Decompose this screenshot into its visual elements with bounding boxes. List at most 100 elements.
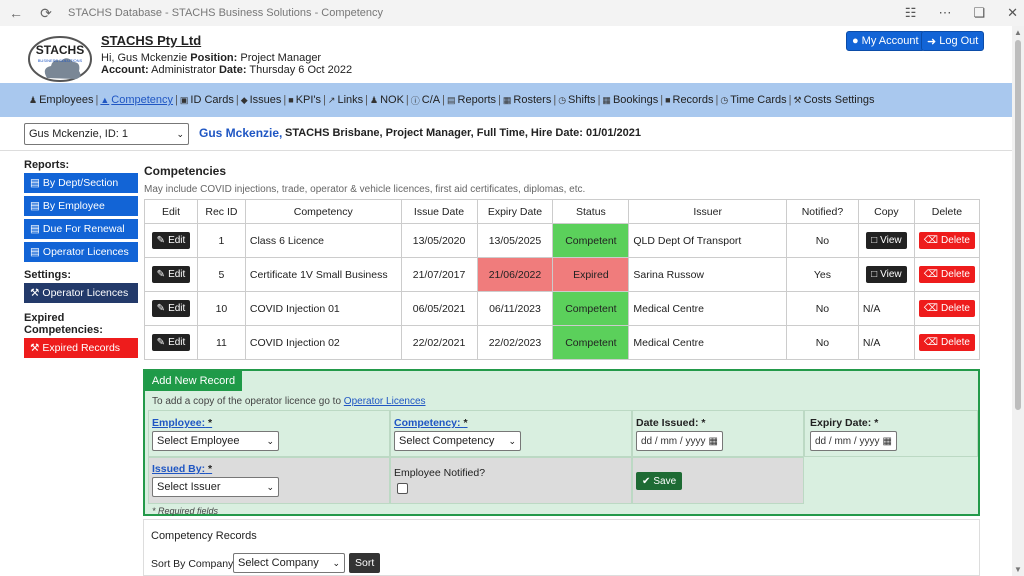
edit-button[interactable]: ✎ Edit	[151, 334, 191, 351]
clock-icon: ◷	[558, 94, 567, 105]
company-select[interactable]: Select Company ⌄	[233, 553, 345, 573]
competency-label[interactable]: Competency: *	[394, 417, 468, 429]
date-value: Thursday 6 Oct 2022	[249, 64, 353, 76]
employee-dropdown[interactable]: Select Employee ⌄	[152, 431, 279, 451]
nav-shifts[interactable]: ◷ Shifts	[558, 94, 595, 106]
employee-notified-checkbox[interactable]	[397, 483, 408, 494]
issue-date-cell: 13/05/2020	[400, 223, 478, 258]
nav-competency[interactable]: ▲ Competency	[100, 94, 173, 106]
folder-icon: ■	[665, 95, 671, 105]
log-out-button[interactable]: ➜ Log Out	[921, 31, 985, 51]
stachs-logo: STACHS BUSINESS SOLUTIONS	[27, 34, 93, 84]
status-badge: Competent	[552, 291, 630, 326]
more-options-icon[interactable]: ⋯	[938, 5, 951, 21]
issued-by-label[interactable]: Issued By: *	[152, 463, 212, 475]
nav-reports[interactable]: ▤ Reports	[447, 94, 496, 106]
competency-cell: Certificate 1V Small Business	[244, 257, 402, 292]
employee-select[interactable]: Gus Mckenzie, ID: 1 ⌄	[24, 123, 189, 145]
copy-cell: N/A	[857, 325, 915, 360]
user-circle-icon: ●	[852, 35, 859, 47]
view-copy-button[interactable]: □ View	[866, 232, 907, 249]
chevron-down-icon: ⌄	[332, 557, 340, 568]
expiry-date-cell: 06/11/2023	[476, 291, 554, 326]
edit-button[interactable]: ✎ Edit	[151, 232, 191, 249]
sort-button[interactable]: Sort	[349, 553, 381, 573]
position-label: Position:	[190, 52, 238, 64]
reports-by-employee-button[interactable]: ▤ By Employee	[24, 196, 138, 216]
nav-separator: |	[323, 94, 326, 106]
add-record-tab[interactable]: Add New Record	[145, 371, 242, 391]
nav-time-cards[interactable]: ◷ Time Cards	[720, 94, 786, 106]
scroll-up-icon[interactable]: ▲	[1014, 28, 1022, 37]
column-header-competency: Competency	[244, 199, 402, 224]
nav-id-cards[interactable]: ▣ ID Cards	[180, 94, 234, 106]
company-name[interactable]: STACHS Pty Ltd	[101, 33, 201, 48]
calendar-icon: ▦	[502, 94, 512, 105]
issuer-dropdown[interactable]: Select Issuer ⌄	[152, 477, 279, 497]
edit-button[interactable]: ✎ Edit	[151, 266, 191, 283]
id-card-icon: ▣	[179, 94, 189, 105]
nav-links[interactable]: ↗ Links	[328, 94, 363, 106]
account-line: Account: Administrator Date: Thursday 6 …	[101, 64, 352, 76]
column-header-rec-id: Rec ID	[196, 199, 246, 224]
close-window-icon[interactable]: ✕	[1007, 5, 1018, 21]
page-scrollbar[interactable]: ▲ ▼	[1012, 26, 1024, 576]
users-icon: ♟	[29, 94, 38, 105]
nav-separator: |	[365, 94, 368, 106]
date-label: Date:	[218, 64, 247, 76]
settings-operator-licences-button[interactable]: ⚒ Operator Licences	[24, 283, 138, 303]
my-account-button[interactable]: ● My Account	[846, 31, 925, 51]
operator-licences-link[interactable]: Operator Licences	[344, 396, 426, 407]
edit-icon: ✎	[156, 269, 166, 280]
account-value: Administrator	[151, 64, 216, 76]
reports-due-for-renewal-button[interactable]: ▤ Due For Renewal	[24, 219, 138, 239]
nav-rosters[interactable]: ▦ Rosters	[503, 94, 551, 106]
expiry-date-input[interactable]: dd / mm / yyyy ▦	[810, 431, 897, 451]
view-copy-button[interactable]: □ View	[866, 266, 907, 283]
delete-button[interactable]: ⌫ Delete	[918, 232, 975, 249]
nav-c-a[interactable]: ⓘ C/A	[411, 94, 440, 107]
page-subtitle: May include COVID injections, trade, ope…	[144, 184, 586, 195]
wrench-icon: ⚒	[30, 342, 40, 354]
logo-text: STACHS	[36, 43, 84, 57]
restore-window-icon[interactable]: ❏	[973, 5, 985, 21]
tag-icon: ◆	[240, 94, 248, 105]
back-arrow-icon[interactable]: ←	[8, 5, 24, 21]
date-issued-input[interactable]: dd / mm / yyyy ▦	[636, 431, 723, 451]
scroll-down-icon[interactable]: ▼	[1014, 565, 1022, 574]
issuer-cell: Medical Centre	[628, 291, 787, 326]
delete-button[interactable]: ⌫ Delete	[918, 300, 975, 317]
delete-cell: ⌫ Delete	[913, 291, 981, 326]
add-record-form: Add New Record To add a copy of the oper…	[143, 369, 980, 516]
reports-operator-licences-button[interactable]: ▤ Operator Licences	[24, 242, 138, 262]
scroll-thumb[interactable]	[1015, 40, 1021, 410]
column-header-delete: Delete	[913, 199, 981, 224]
delete-button[interactable]: ⌫ Delete	[918, 334, 975, 351]
nav-separator: |	[405, 94, 409, 106]
nav-bookings[interactable]: ▦ Bookings	[602, 94, 658, 106]
issuer-cell: Medical Centre	[628, 325, 787, 360]
nav-separator: |	[498, 94, 501, 106]
nav-records[interactable]: ■ Records	[665, 94, 713, 106]
nav-costs-settings[interactable]: ⚒ Costs Settings	[793, 94, 874, 106]
column-header-status: Status	[552, 199, 630, 224]
nav-issues[interactable]: ◆ Issues	[241, 94, 282, 106]
column-header-issue-date: Issue Date	[400, 199, 478, 224]
expired-expired-records-button[interactable]: ⚒ Expired Records	[24, 338, 138, 358]
employee-label[interactable]: Employee: *	[152, 417, 212, 429]
app-view-icon[interactable]: ☷	[905, 5, 917, 21]
calendar-icon[interactable]: ▦	[883, 436, 892, 447]
nav-employees[interactable]: ♟ Employees	[29, 94, 94, 106]
delete-button[interactable]: ⌫ Delete	[918, 266, 975, 283]
calendar-icon[interactable]: ▦	[709, 436, 718, 447]
reports-by-dept-section-button[interactable]: ▤ By Dept/Section	[24, 173, 138, 193]
edit-button[interactable]: ✎ Edit	[151, 300, 191, 317]
window-titlebar: ← ⟳ STACHS Database - STACHS Business So…	[0, 0, 1024, 26]
notified-cell: Yes	[785, 257, 859, 292]
nav-kpi-s[interactable]: ■ KPI's	[288, 94, 321, 106]
save-button[interactable]: ✔ Save	[636, 472, 683, 490]
competency-dropdown[interactable]: Select Competency ⌄	[394, 431, 521, 451]
expiry-date-label: Expiry Date: *	[810, 417, 879, 429]
refresh-icon[interactable]: ⟳	[38, 5, 54, 21]
nav-nok[interactable]: ♟ NOK	[370, 94, 404, 106]
